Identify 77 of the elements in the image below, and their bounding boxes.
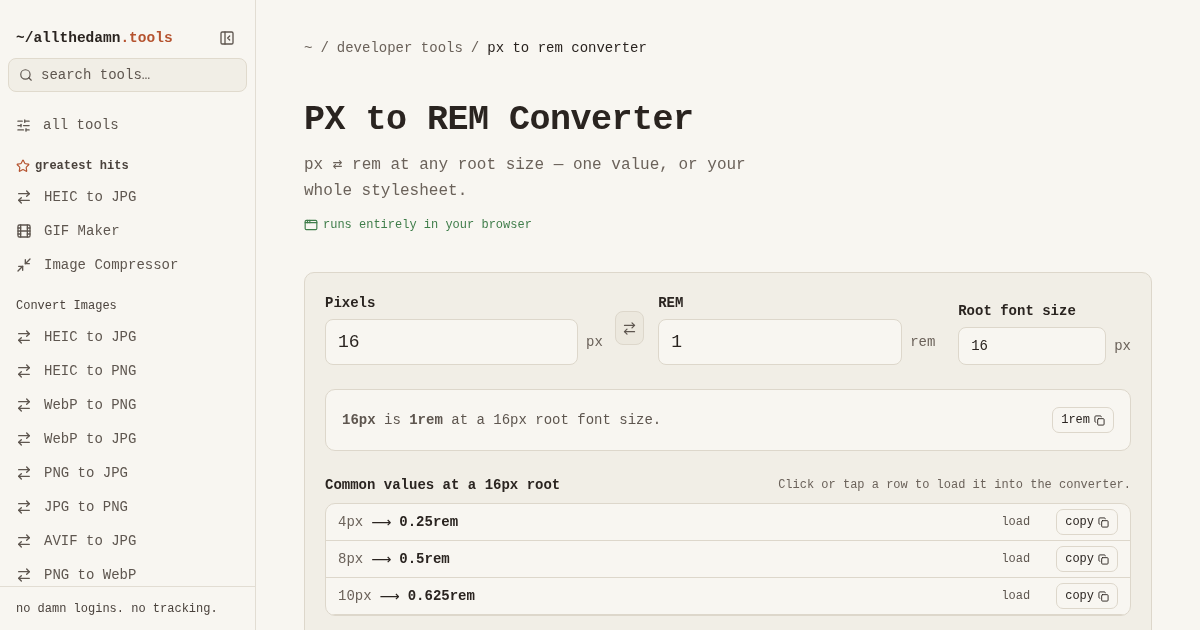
pixels-input[interactable]: 16 [325,319,578,365]
nav-item[interactable]: PNG to JPG [8,456,247,490]
swap-arrows-icon [16,533,32,549]
nav-item[interactable]: HEIC to JPG [8,180,247,214]
browser-window-icon [304,218,318,232]
breadcrumb-link[interactable]: developer tools [336,40,463,56]
swap-arrows-icon [16,499,32,515]
swap-arrows-icon [16,567,32,583]
px-value: 10px [338,588,372,604]
swap-arrows-icon [16,363,32,379]
search-field[interactable]: search tools… [8,58,247,92]
copy-icon [1098,516,1109,528]
unit-label: rem [910,334,936,350]
result-text: 16px is 1rem at a 16px root font size. [342,412,662,428]
copy-icon [1098,590,1109,602]
rem-value: 0.5rem [399,551,451,567]
arrow-glyph: ⟶ [371,551,392,567]
copy-button[interactable]: copy [1056,546,1118,572]
nav-item[interactable]: PNG to WebP [8,558,247,586]
collapse-sidebar-icon [219,30,235,46]
swap-arrows-icon [16,465,32,481]
sliders-icon [16,117,31,133]
nav-item[interactable]: AVIF to JPG [8,524,247,558]
breadcrumb-separator: / [320,40,329,56]
footer-text: no damn logins. no tracking. [16,601,218,616]
unit-label: px [1114,338,1131,354]
breadcrumb-separator: / [470,40,480,56]
nav-item[interactable]: GIF Maker [8,214,247,248]
nav-item[interactable]: HEIC to JPG [8,320,247,354]
nav-item[interactable]: HEIC to PNG [8,354,247,388]
arrow-glyph: ⟶ [371,514,392,530]
rem-value: 0.625rem [407,588,476,604]
value-row[interactable]: 8px ⟶ 0.5rem load copy [326,541,1130,578]
privacy-note: runs entirely in your browser [323,218,532,232]
breadcrumb-link[interactable]: ~ [304,40,313,56]
load-button[interactable]: load [1001,515,1031,529]
star-icon [16,159,30,173]
field-label: Root font size [958,303,1077,319]
value-row[interactable]: 10px ⟶ 0.625rem load copy [326,578,1130,615]
swap-arrows-icon [16,189,32,205]
value-row[interactable]: 4px ⟶ 0.25rem load copy [326,504,1130,541]
rem-input[interactable]: 1 [658,319,903,365]
copy-icon [1098,553,1109,565]
compress-icon [16,257,32,273]
copy-button[interactable]: copy [1056,583,1118,609]
copy-result-button[interactable]: 1rem [1052,407,1114,433]
hint-text: Click or tap a row to load it into the converter. [778,478,1131,492]
px-value: 8px [338,551,364,567]
root-size-input[interactable]: 16 [958,327,1107,365]
page-title: PX to REM Converter [304,100,695,140]
unit-label: px [586,334,603,350]
arrow-glyph: ⟶ [379,588,400,604]
nav-item[interactable]: WebP to JPG [8,422,247,456]
nav-item[interactable]: WebP to PNG [8,388,247,422]
load-button[interactable]: load [1001,589,1031,603]
section-title: Convert Images [16,299,117,313]
nav-item[interactable]: JPG to PNG [8,490,247,524]
load-button[interactable]: load [1001,552,1031,566]
search-icon [19,68,33,82]
field-label: REM [658,295,685,311]
copy-icon [1094,414,1105,426]
swap-arrows-icon [621,320,637,336]
section-heading: Common values at a 16px root [325,477,561,493]
nav-item[interactable]: all tools [8,108,247,142]
field-label: Pixels [325,295,377,311]
px-value: 4px [338,514,364,530]
section-title: greatest hits [35,159,129,173]
swap-arrows-icon [16,397,32,413]
page-subtitle: px ⇄ rem at any root size — one value, or your whole stylesheet. [304,155,747,202]
site-logo[interactable]: ~/allthedamn.tools [16,30,173,46]
swap-arrows-icon [16,329,32,345]
rem-value: 0.25rem [399,514,460,530]
copy-button[interactable]: copy [1056,509,1118,535]
film-icon [16,223,32,239]
swap-button[interactable] [614,311,645,345]
swap-arrows-icon [16,431,32,447]
nav-item[interactable]: Image Compressor [8,248,247,282]
